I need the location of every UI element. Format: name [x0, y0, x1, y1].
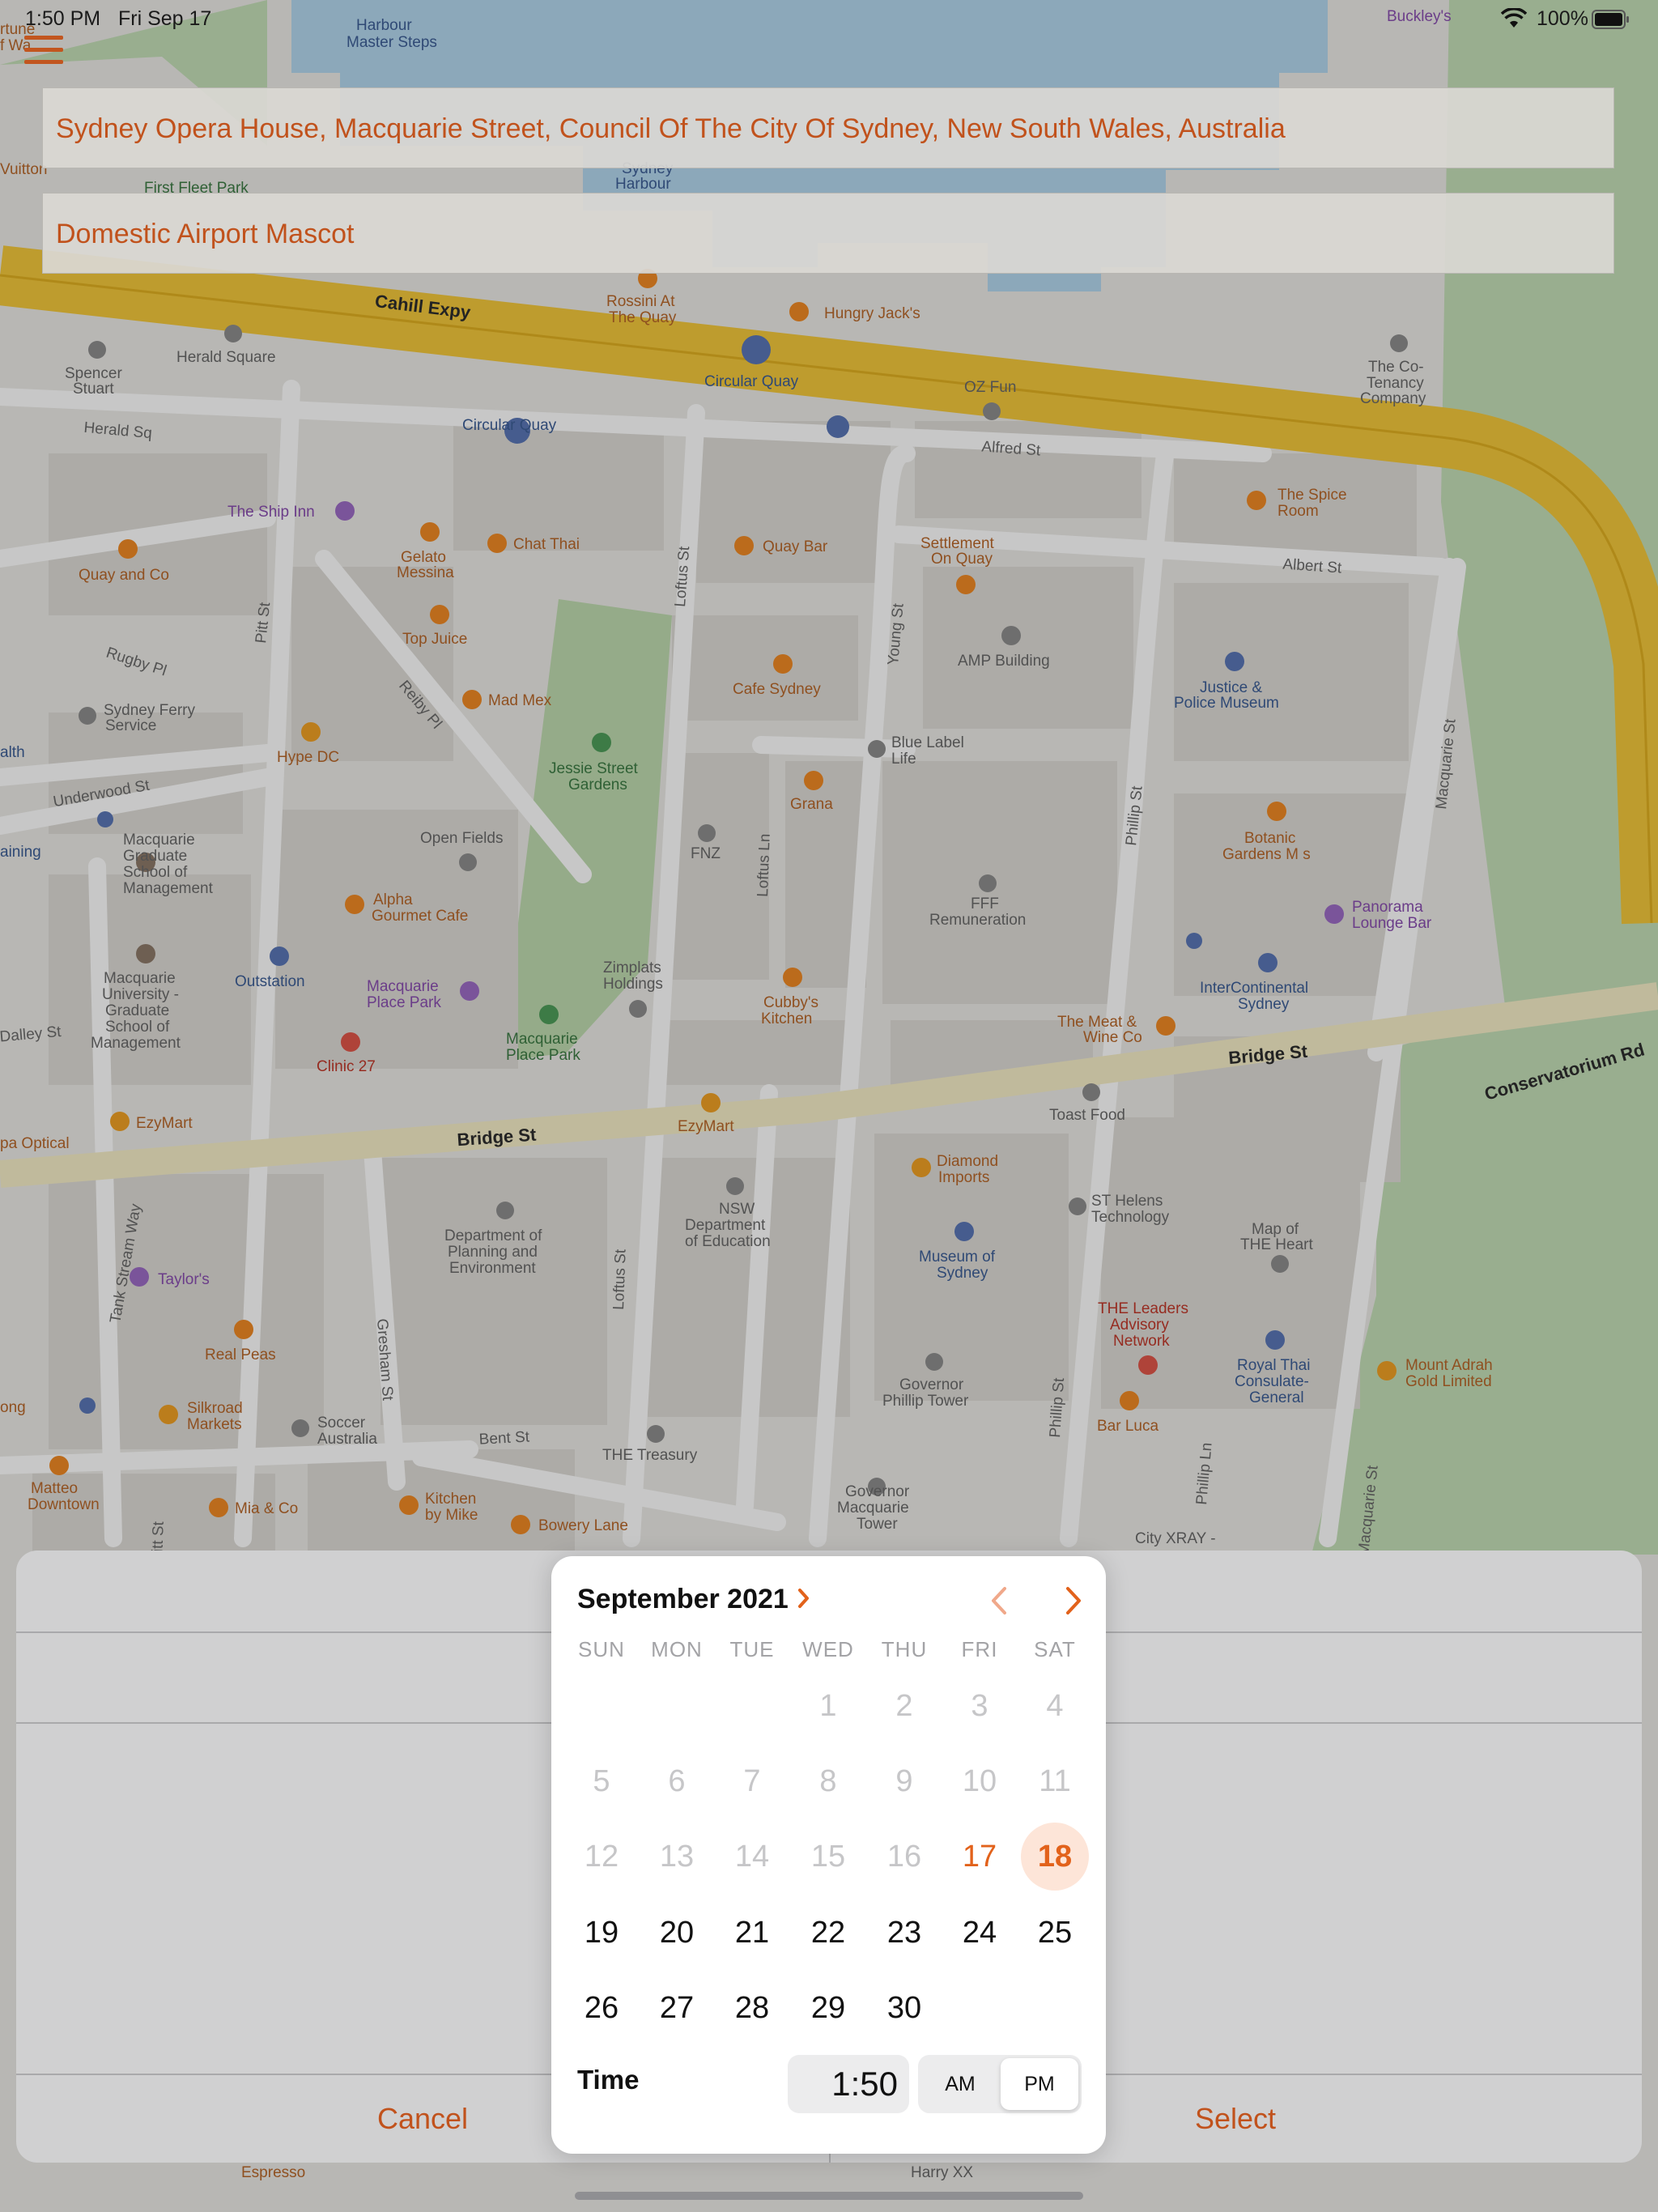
calendar-day[interactable]: 27: [643, 1974, 711, 2042]
status-bar: 1:50 PM Fri Sep 17 100%: [0, 0, 1658, 39]
calendar-day[interactable]: 21: [718, 1899, 786, 1967]
previous-month-icon[interactable]: [984, 1584, 1016, 1618]
calendar-day[interactable]: 22: [794, 1899, 862, 1967]
calendar-day[interactable]: 19: [568, 1899, 636, 1967]
calendar-day[interactable]: 25: [1021, 1899, 1089, 1967]
calendar-day: 11: [1039, 1764, 1071, 1798]
calendar-day: 12: [584, 1840, 619, 1874]
weekday-header: FRI: [961, 1637, 998, 1661]
time-input[interactable]: 1:50: [788, 2055, 909, 2113]
calendar-day: 2: [895, 1689, 913, 1723]
calendar-day[interactable]: 24: [946, 1899, 1014, 1967]
am-pm-segmented-control: AM PM: [918, 2055, 1082, 2113]
chevron-right-icon[interactable]: [797, 1586, 811, 1610]
wifi-icon: [1501, 8, 1527, 28]
calendar-day: 5: [593, 1764, 610, 1798]
calendar-day: 6: [668, 1764, 686, 1798]
month-year-button[interactable]: September 2021: [577, 1584, 789, 1615]
calendar-day: 10: [962, 1764, 997, 1798]
hamburger-menu-icon[interactable]: [23, 34, 68, 70]
weekday-header: WED: [802, 1637, 854, 1661]
calendar-day: 16: [886, 1840, 922, 1874]
battery-percent: 100%: [1537, 7, 1588, 30]
next-month-icon[interactable]: [1056, 1584, 1089, 1618]
weekday-header: THU: [881, 1637, 928, 1661]
calendar-day[interactable]: 29: [794, 1974, 862, 2042]
calendar-day: 8: [819, 1764, 837, 1798]
calendar-day-selected[interactable]: 18: [1021, 1823, 1089, 1891]
am-segment[interactable]: AM: [921, 2058, 999, 2110]
destination-field[interactable]: Domestic Airport Mascot: [42, 193, 1614, 274]
calendar-day: 14: [734, 1840, 770, 1874]
calendar-day: 3: [971, 1689, 988, 1723]
calendar-day[interactable]: 23: [870, 1899, 938, 1967]
calendar-day[interactable]: 30: [870, 1974, 938, 2042]
calendar-day: 15: [810, 1840, 846, 1874]
home-indicator: [575, 2192, 1083, 2200]
calendar-day: 4: [1046, 1689, 1064, 1723]
calendar-popover: September 2021 SUN MON TUE WED THU FRI SAT 123…: [551, 1556, 1106, 2154]
calendar-day[interactable]: 17: [946, 1823, 1014, 1891]
weekday-header: MON: [651, 1637, 703, 1661]
status-date: Fri Sep 17: [118, 7, 212, 30]
calendar-day: 7: [743, 1764, 761, 1798]
pm-segment[interactable]: PM: [1001, 2058, 1078, 2110]
calendar-day: 13: [659, 1840, 695, 1874]
calendar-day[interactable]: 26: [568, 1974, 636, 2042]
calendar-day: 1: [819, 1689, 837, 1723]
status-time: 1:50 PM: [25, 7, 101, 30]
calendar-day: 9: [895, 1764, 913, 1798]
battery-icon: [1592, 10, 1629, 29]
calendar-day[interactable]: 28: [718, 1974, 786, 2042]
origin-field[interactable]: Sydney Opera House, Macquarie Street, Co…: [42, 87, 1614, 168]
time-label: Time: [577, 2065, 640, 2095]
weekday-header: SAT: [1034, 1637, 1076, 1661]
weekday-header: SUN: [578, 1637, 625, 1661]
calendar-day[interactable]: 20: [643, 1899, 711, 1967]
weekday-header: TUE: [729, 1637, 775, 1661]
